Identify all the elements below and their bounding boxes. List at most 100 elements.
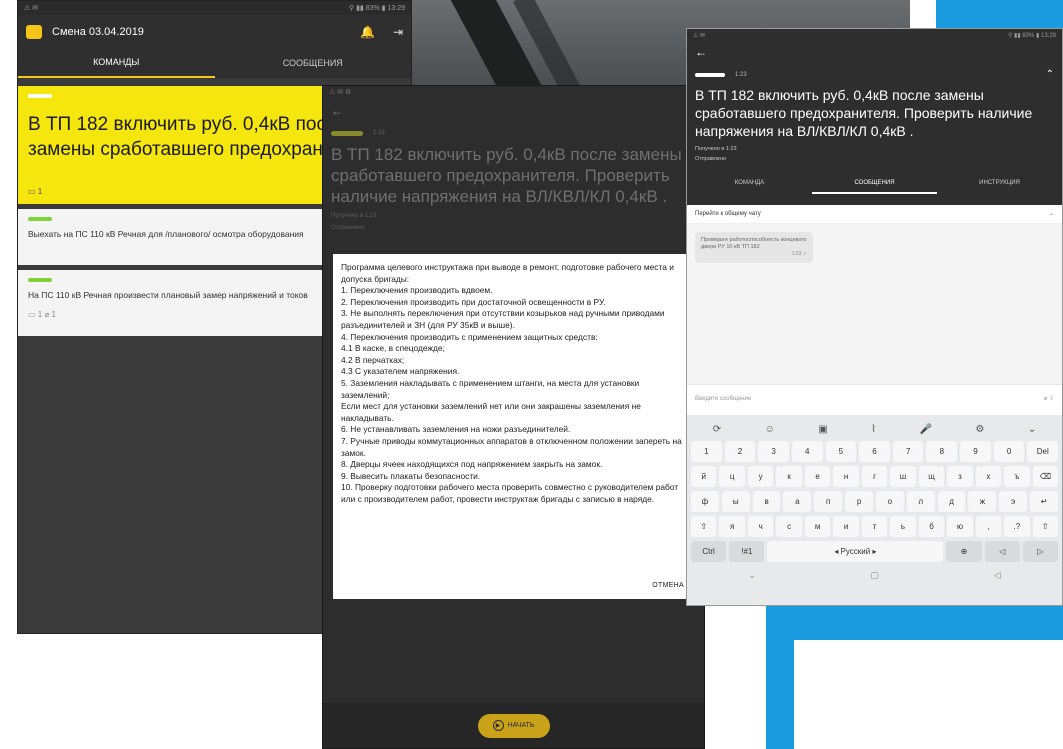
keyboard-key[interactable]: в	[752, 491, 781, 512]
keyboard-key[interactable]: ,	[975, 516, 1002, 537]
keyboard-key[interactable]: ф	[691, 491, 719, 512]
keyboard-key[interactable]: а	[783, 491, 812, 512]
tab-instruction[interactable]: ИНСТРУКЦИЯ	[937, 174, 1062, 194]
keyboard-key[interactable]: г	[861, 466, 888, 487]
nav-button[interactable]: ◁	[994, 570, 1001, 581]
keyboard-tool-icon[interactable]: ⌇	[871, 424, 876, 435]
chat-area: Проверьте работоспособность концевого дв…	[687, 224, 1062, 384]
tab-messages[interactable]: СООБЩЕНИЯ	[812, 174, 937, 194]
keyboard-key[interactable]: л	[906, 491, 935, 512]
back-arrow-icon[interactable]: ←	[687, 41, 1062, 63]
keyboard-key[interactable]: ь	[890, 516, 916, 537]
keyboard-key[interactable]: й	[691, 466, 717, 487]
keyboard-key[interactable]: е	[804, 466, 831, 487]
general-chat-link[interactable]: Перейти к общему чату →	[687, 205, 1062, 224]
status-icons: ⚠ ✉	[693, 32, 706, 39]
keyboard-key[interactable]: ж	[968, 491, 997, 512]
keyboard-key[interactable]: 9	[960, 441, 991, 462]
keyboard-key[interactable]: б	[918, 516, 945, 537]
tab-messages[interactable]: СООБЩЕНИЯ	[215, 48, 412, 78]
bell-icon[interactable]: 🔔	[360, 25, 375, 39]
sender-pill	[331, 130, 363, 136]
keyboard-key[interactable]: д	[937, 491, 966, 512]
message-bubble[interactable]: Проверьте работоспособность концевого дв…	[695, 232, 813, 263]
keyboard-key[interactable]: ю	[947, 516, 973, 537]
hint-label: Отправлено	[695, 156, 727, 162]
attach-icon[interactable]: ⌀ ⇩	[1044, 395, 1054, 402]
keyboard-key[interactable]: э	[999, 491, 1028, 512]
keyboard-key[interactable]: с	[776, 516, 802, 537]
keyboard-key[interactable]: .?	[1004, 516, 1030, 537]
keyboard-key[interactable]: ⇧	[691, 516, 717, 537]
status-bar: ⚠ ✉ ⚲ ▮▮ 83% ▮ 13:29	[687, 29, 1062, 41]
keyboard-key[interactable]: о	[875, 491, 904, 512]
keyboard-key[interactable]: ⇧	[1032, 516, 1059, 537]
keyboard-key[interactable]: 0	[993, 441, 1025, 462]
keyboard-key[interactable]: ⊕	[946, 541, 982, 562]
nav-button[interactable]: ▢	[871, 570, 880, 581]
keyboard-key[interactable]: ц	[719, 466, 745, 487]
keyboard-key[interactable]: 2	[724, 441, 756, 462]
keyboard-key[interactable]: ◂ Русский ▸	[767, 541, 944, 562]
keyboard-key[interactable]: х	[975, 466, 1002, 487]
keyboard-tool-icon[interactable]: 🎤	[919, 424, 931, 435]
app-bar: Смена 03.04.2019 🔔 ⇥	[18, 15, 411, 48]
nav-bar: ⌄ ▢ ◁	[691, 566, 1058, 584]
keyboard-key[interactable]: ▷	[1022, 541, 1059, 562]
nav-button[interactable]: ⌄	[748, 570, 756, 581]
play-icon: ▶	[492, 720, 504, 731]
keyboard-key[interactable]: у	[747, 466, 774, 487]
keyboard-key[interactable]: ш	[890, 466, 916, 487]
tab-command[interactable]: КОМАНДА	[687, 174, 812, 194]
card-status-bar	[28, 94, 52, 98]
keyboard-key[interactable]: ъ	[1004, 466, 1030, 487]
back-arrow-icon[interactable]: ←	[323, 98, 704, 124]
keyboard-key[interactable]: !#1	[729, 541, 765, 562]
cancel-button[interactable]: ОТМЕНА	[652, 582, 684, 589]
keyboard-key[interactable]: п	[814, 491, 843, 512]
tab-commands[interactable]: КОМАНДЫ	[18, 48, 215, 78]
collapse-icon[interactable]: ⌃	[1046, 69, 1054, 80]
keyboard-key[interactable]: Ctrl	[691, 541, 727, 562]
message-input[interactable]: Введите сообщение	[695, 396, 751, 402]
keyboard-key[interactable]: т	[861, 516, 888, 537]
keyboard-tool-icon[interactable]: ⚙	[975, 424, 984, 435]
keyboard-key[interactable]: ◁	[984, 541, 1020, 562]
keyboard-key[interactable]: ы	[721, 491, 750, 512]
keyboard-key[interactable]: 8	[926, 441, 958, 462]
keyboard-tool-icon[interactable]: ⌄	[1028, 424, 1036, 435]
keyboard-key[interactable]: щ	[918, 466, 945, 487]
keyboard-key[interactable]: 5	[825, 441, 857, 462]
start-button[interactable]: ▶ НАЧАТЬ	[477, 713, 550, 738]
keyboard-key[interactable]: н	[833, 466, 859, 487]
card-status-bar	[28, 278, 52, 282]
status-bar: ⚠ ✉ ⚙ ⚲	[323, 86, 704, 98]
keyboard-key[interactable]: з	[947, 466, 973, 487]
keyboard-key[interactable]: я	[719, 516, 745, 537]
keyboard-key[interactable]: ⌫	[1032, 466, 1059, 487]
keyboard-key[interactable]: 7	[892, 441, 924, 462]
tablet-messages-chat: ⚠ ✉ ⚲ ▮▮ 83% ▮ 13:29 ← 1:23 ⌃ В ТП 182 в…	[686, 28, 1063, 606]
keyboard-key[interactable]: и	[833, 516, 859, 537]
exit-icon[interactable]: ⇥	[393, 25, 403, 39]
keyboard-key[interactable]: 4	[791, 441, 823, 462]
keyboard-tool-icon[interactable]: ▣	[818, 424, 827, 435]
keyboard-key[interactable]: ч	[747, 516, 774, 537]
sender-row: 1:23	[323, 124, 704, 142]
instruction-dialog: Программа целевого инструктажа при вывод…	[333, 254, 696, 599]
keyboard-key[interactable]: к	[776, 466, 802, 487]
shift-title: Смена 03.04.2019	[52, 25, 144, 38]
instruction-text: Программа целевого инструктажа при вывод…	[341, 262, 682, 504]
command-headline: В ТП 182 включить руб. 0,4кВ после замен…	[695, 87, 1033, 139]
keyboard-key[interactable]: 3	[758, 441, 789, 462]
keyboard-tool-icon[interactable]: ☺	[765, 424, 775, 435]
keyboard-key[interactable]: м	[804, 516, 831, 537]
keyboard-key[interactable]: 1	[691, 441, 722, 462]
keyboard-key[interactable]: 6	[859, 441, 890, 462]
keyboard-key[interactable]: Del	[1027, 441, 1059, 462]
keyboard-tool-icon[interactable]: ⟳	[713, 424, 721, 435]
keyboard-row: 1 2 3 4 5 6 7 8 9 0 Del	[691, 441, 1059, 462]
keyboard-row: й ц у к е н г ш щ з х ъ ⌫	[691, 466, 1059, 487]
keyboard-key[interactable]: ↵	[1030, 491, 1058, 512]
keyboard-key[interactable]: р	[845, 491, 873, 512]
